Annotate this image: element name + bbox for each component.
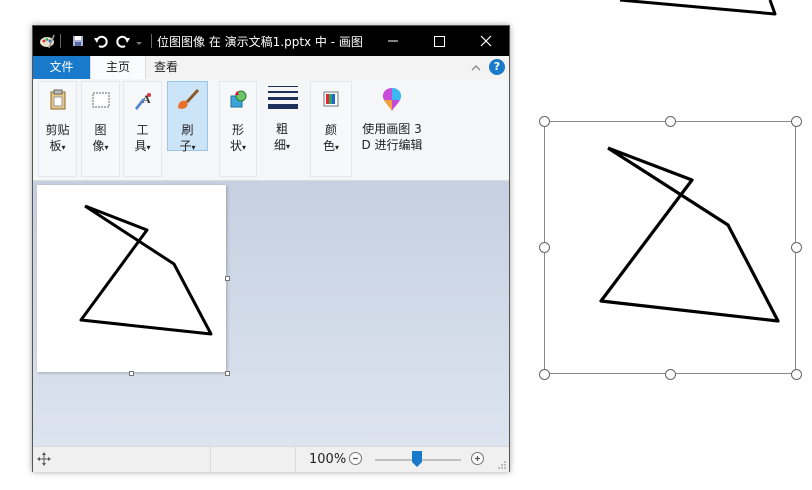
canvas-area [33,181,509,446]
paint3d-label: 使用画图 3 D 进行编辑 [361,122,423,152]
selection-handle-top-left[interactable] [539,116,550,127]
selection-handle-top[interactable] [665,116,676,127]
paint3d-group: 使用画图 3 D 进行编辑 [355,81,429,177]
customize-toolbar-icon[interactable] [135,33,143,49]
status-bar: 100% [33,446,509,472]
color-palette-icon [323,91,339,107]
image-group: 图 像▾ [81,81,120,177]
tab-view[interactable]: 查看 [146,56,186,79]
shapes-button[interactable]: 形 状▾ [220,82,256,176]
tools-label: 工 具▾ [134,123,151,153]
help-icon[interactable]: ? [489,59,505,75]
clipboard-icon [50,89,65,110]
clipboard-label: 剪贴 板▾ [45,123,70,153]
size-group: 粗 细▾ [260,81,304,177]
tools-icon: A [134,92,151,110]
brushes-label: 刷 子▾ [179,123,196,153]
shapes-icon [230,90,247,108]
tools-button[interactable]: A 工 具▾ [124,82,161,176]
minimize-icon[interactable] [370,26,416,56]
tab-home[interactable]: 主页 [90,56,146,79]
line-size-icon [268,86,298,109]
status-separator [295,447,296,472]
paint-app-icon[interactable] [39,33,55,49]
canvas-resize-handle-corner[interactable] [225,371,230,376]
selection-handle-bottom-left[interactable] [539,369,550,380]
undo-icon[interactable] [93,33,109,49]
paint3d-button[interactable]: 使用画图 3 D 进行编辑 [355,81,429,175]
colors-label: 颜 色▾ [322,123,340,153]
size-label: 粗 细▾ [273,122,291,152]
slide-picture-frame[interactable] [544,121,796,374]
move-icon [37,452,51,466]
drawing-canvas[interactable] [37,185,226,372]
colors-group: 颜 色▾ [310,81,352,177]
shapes-group: 形 状▾ [219,81,257,177]
chevron-up-icon[interactable] [469,61,483,75]
tools-group: A 工 具▾ [123,81,162,177]
paint3d-icon [382,88,402,111]
zoom-level: 100% [309,452,347,467]
zoom-in-icon[interactable] [471,452,484,465]
colors-button[interactable]: 颜 色▾ [311,82,351,176]
selection-handle-left[interactable] [539,242,550,253]
ribbon-tab-bar: 文件 主页 查看 ? [33,56,509,79]
title-separator [151,34,152,48]
shapes-label: 形 状▾ [229,123,247,153]
save-icon[interactable] [70,33,86,49]
selection-handle-top-right[interactable] [791,116,802,127]
redo-icon[interactable] [115,33,131,49]
zoom-out-icon[interactable] [349,452,362,465]
brush-icon [177,88,199,109]
title-bar: 位图图像 在 演示文稿1.pptx 中 - 画图 [33,26,509,56]
brushes-group: 刷 子▾ [166,81,210,177]
slide-picture-drawing [599,146,780,323]
clipboard-button[interactable]: 剪贴 板▾ [39,82,76,176]
ribbon: 剪贴 板▾ 图 像▾ A 工 具▾ 刷 子▾ 形 状▾ 粗 细▾ 颜 色▾ 使用… [33,79,509,181]
window-title: 位图图像 在 演示文稿1.pptx 中 - 画图 [157,35,363,49]
zoom-slider-thumb[interactable] [412,451,422,467]
close-icon[interactable] [463,26,509,56]
size-button[interactable]: 粗 细▾ [260,81,304,175]
select-icon [92,92,109,108]
status-separator [210,447,211,472]
image-button[interactable]: 图 像▾ [82,82,119,176]
canvas-drawing [79,204,213,336]
resize-grip-icon[interactable] [497,460,507,470]
title-separator [60,34,61,48]
selection-handle-bottom-right[interactable] [791,369,802,380]
canvas-resize-handle-bottom[interactable] [129,371,134,376]
canvas-resize-handle-right[interactable] [225,276,230,281]
tab-file[interactable]: 文件 [33,56,90,79]
brushes-button[interactable]: 刷 子▾ [167,81,208,153]
clipboard-group: 剪贴 板▾ [38,81,77,177]
selection-handle-bottom[interactable] [665,369,676,380]
image-label: 图 像▾ [92,123,109,153]
paint-window: 位图图像 在 演示文稿1.pptx 中 - 画图 文件 主页 查看 ? 剪贴 板… [32,25,510,472]
selection-handle-right[interactable] [791,242,802,253]
maximize-icon[interactable] [416,26,462,56]
